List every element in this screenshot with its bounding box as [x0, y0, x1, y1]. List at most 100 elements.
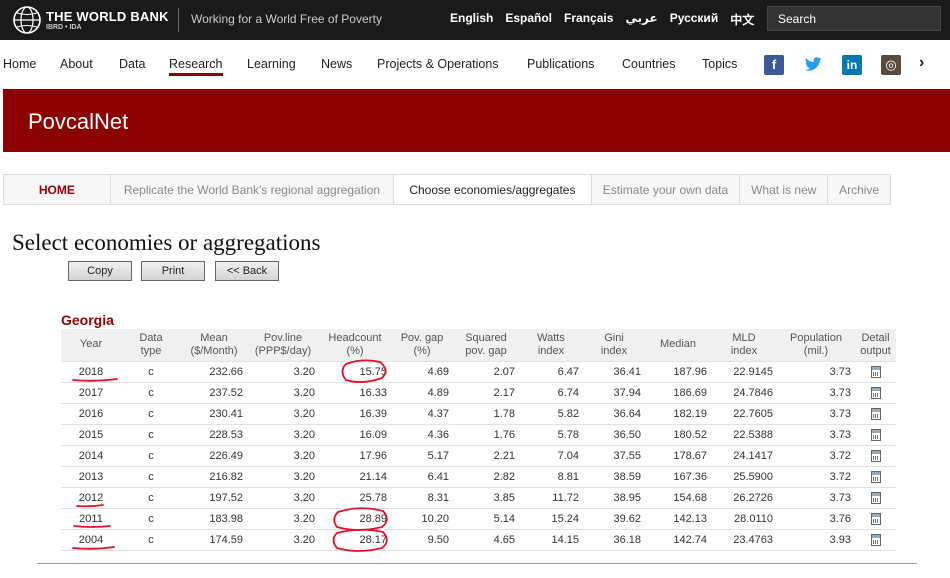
nav-countries[interactable]: Countries [622, 57, 676, 71]
data-cell: 37.55 [583, 444, 645, 467]
chevron-right-icon[interactable]: › [919, 54, 924, 72]
nav-research[interactable]: Research [169, 57, 223, 76]
calculator-icon[interactable] [870, 386, 881, 399]
column-header: Gini index [583, 329, 645, 361]
data-cell: 1.76 [453, 423, 519, 446]
column-header-line: Watts [537, 331, 565, 344]
calculator-icon[interactable] [870, 470, 881, 483]
lang-english[interactable]: English [450, 11, 493, 28]
data-cell: 3.20 [247, 381, 319, 404]
data-cell: 2.21 [453, 444, 519, 467]
data-cell: 3.93 [777, 528, 855, 551]
data-cell: 25.78 [319, 486, 391, 509]
lang-arabic[interactable]: عربي [625, 11, 657, 28]
data-cell: 15.75 [319, 360, 391, 383]
linkedin-icon[interactable]: in [842, 55, 862, 75]
data-cell: 2.17 [453, 381, 519, 404]
nav-projects-operations[interactable]: Projects & Operations [377, 57, 499, 71]
calculator-icon[interactable] [870, 407, 881, 420]
nav-home[interactable]: Home [3, 57, 36, 71]
data-cell: 3.20 [247, 444, 319, 467]
table-row: 2013 c 216.82 3.20 21.14 6.41 2.82 8.81 38.59 167… [61, 465, 896, 488]
data-cell: 5.78 [519, 423, 583, 446]
nav-learning[interactable]: Learning [247, 57, 296, 71]
nav-about[interactable]: About [60, 57, 93, 71]
table-row: 2018 c 232.66 3.20 15.75 4.69 2.07 6.47 36.41 187… [61, 360, 896, 383]
data-cell: 3.85 [453, 486, 519, 509]
data-cell: 11.72 [519, 486, 583, 509]
data-cell: 17.96 [319, 444, 391, 467]
column-header-line: MLD [732, 331, 756, 344]
brand-subtitle: IBRD • IDA [46, 24, 82, 31]
tab-what-is-new[interactable]: What is new [740, 175, 829, 204]
column-header: Pov.line (PPP$/day) [247, 329, 319, 361]
calculator-icon[interactable] [870, 533, 881, 546]
data-cell: 183.98 [181, 507, 247, 530]
data-cell: 15.24 [519, 507, 583, 530]
detail-output-cell [855, 381, 896, 404]
column-header-line: (PPP$/day) [254, 344, 312, 357]
tab-choose-economies[interactable]: Choose economies/aggregates [394, 175, 592, 204]
year-cell: 2018 [61, 360, 121, 383]
calculator-icon[interactable] [870, 449, 881, 462]
search-input[interactable]: Search [767, 6, 941, 31]
tab-archive[interactable]: Archive [828, 175, 890, 204]
data-cell: 237.52 [181, 381, 247, 404]
data-cell: 1.78 [453, 402, 519, 425]
back-button[interactable]: << Back [215, 261, 279, 281]
data-cell: 226.49 [181, 444, 247, 467]
twitter-icon[interactable] [803, 55, 823, 75]
calculator-icon[interactable] [870, 491, 881, 504]
lang-espanol[interactable]: Español [505, 11, 552, 28]
column-header-line: Data [139, 331, 163, 344]
table-row: 2012 c 197.52 3.20 25.78 8.31 3.85 11.72 38.95 15… [61, 486, 896, 509]
data-cell: c [121, 423, 181, 446]
nav-publications[interactable]: Publications [527, 57, 594, 71]
calculator-icon[interactable] [870, 512, 881, 525]
data-cell: 2.07 [453, 360, 519, 383]
tab-home[interactable]: HOME [4, 175, 111, 204]
data-cell: c [121, 444, 181, 467]
nav-news[interactable]: News [321, 57, 352, 71]
calculator-icon[interactable] [870, 365, 881, 378]
data-cell: 38.95 [583, 486, 645, 509]
detail-output-cell [855, 528, 896, 551]
lang-chinese[interactable]: 中文 [730, 11, 754, 28]
data-cell: 3.20 [247, 423, 319, 446]
copy-button[interactable]: Copy [68, 261, 132, 281]
column-header-line: Year [79, 338, 103, 351]
data-cell: c [121, 465, 181, 488]
year-cell: 2013 [61, 465, 121, 488]
column-header: Headcount (%) [319, 329, 391, 361]
lang-russian[interactable]: Русский [670, 11, 719, 28]
data-cell: 16.39 [319, 402, 391, 425]
facebook-icon[interactable]: f [764, 55, 784, 75]
print-button[interactable]: Print [141, 261, 205, 281]
data-cell: 3.73 [777, 360, 855, 383]
instagram-icon[interactable]: ◎ [881, 55, 901, 75]
data-cell: 36.18 [583, 528, 645, 551]
data-cell: c [121, 528, 181, 551]
column-header-line: Detail [861, 331, 890, 344]
data-cell: 6.74 [519, 381, 583, 404]
data-cell: 7.04 [519, 444, 583, 467]
lang-francais[interactable]: Français [564, 11, 613, 28]
data-cell: 3.73 [777, 423, 855, 446]
tab-replicate-regional-aggregation[interactable]: Replicate the World Bank's regional aggr… [111, 175, 395, 204]
data-cell: 197.52 [181, 486, 247, 509]
column-header: Watts index [519, 329, 583, 361]
table-row: 2015 c 228.53 3.20 16.09 4.36 1.76 5.78 36.50 180… [61, 423, 896, 446]
nav-data[interactable]: Data [119, 57, 145, 71]
column-header-line: output [860, 344, 891, 357]
column-header: Squared pov. gap [453, 329, 519, 361]
data-cell: 23.4763 [711, 528, 777, 551]
data-cell: 3.20 [247, 507, 319, 530]
tab-estimate-own-data[interactable]: Estimate your own data [592, 175, 741, 204]
calculator-icon[interactable] [870, 428, 881, 441]
world-bank-globe-icon[interactable] [12, 5, 42, 35]
table-row: 2004 c 174.59 3.20 28.17 9.50 4.65 14.15 36.18 14… [61, 528, 896, 551]
nav-topics[interactable]: Topics [702, 57, 737, 71]
brand-name[interactable]: THE WORLD BANK [46, 9, 169, 24]
column-header-line: type [140, 344, 162, 357]
column-header-line: ($/Month) [190, 344, 238, 357]
